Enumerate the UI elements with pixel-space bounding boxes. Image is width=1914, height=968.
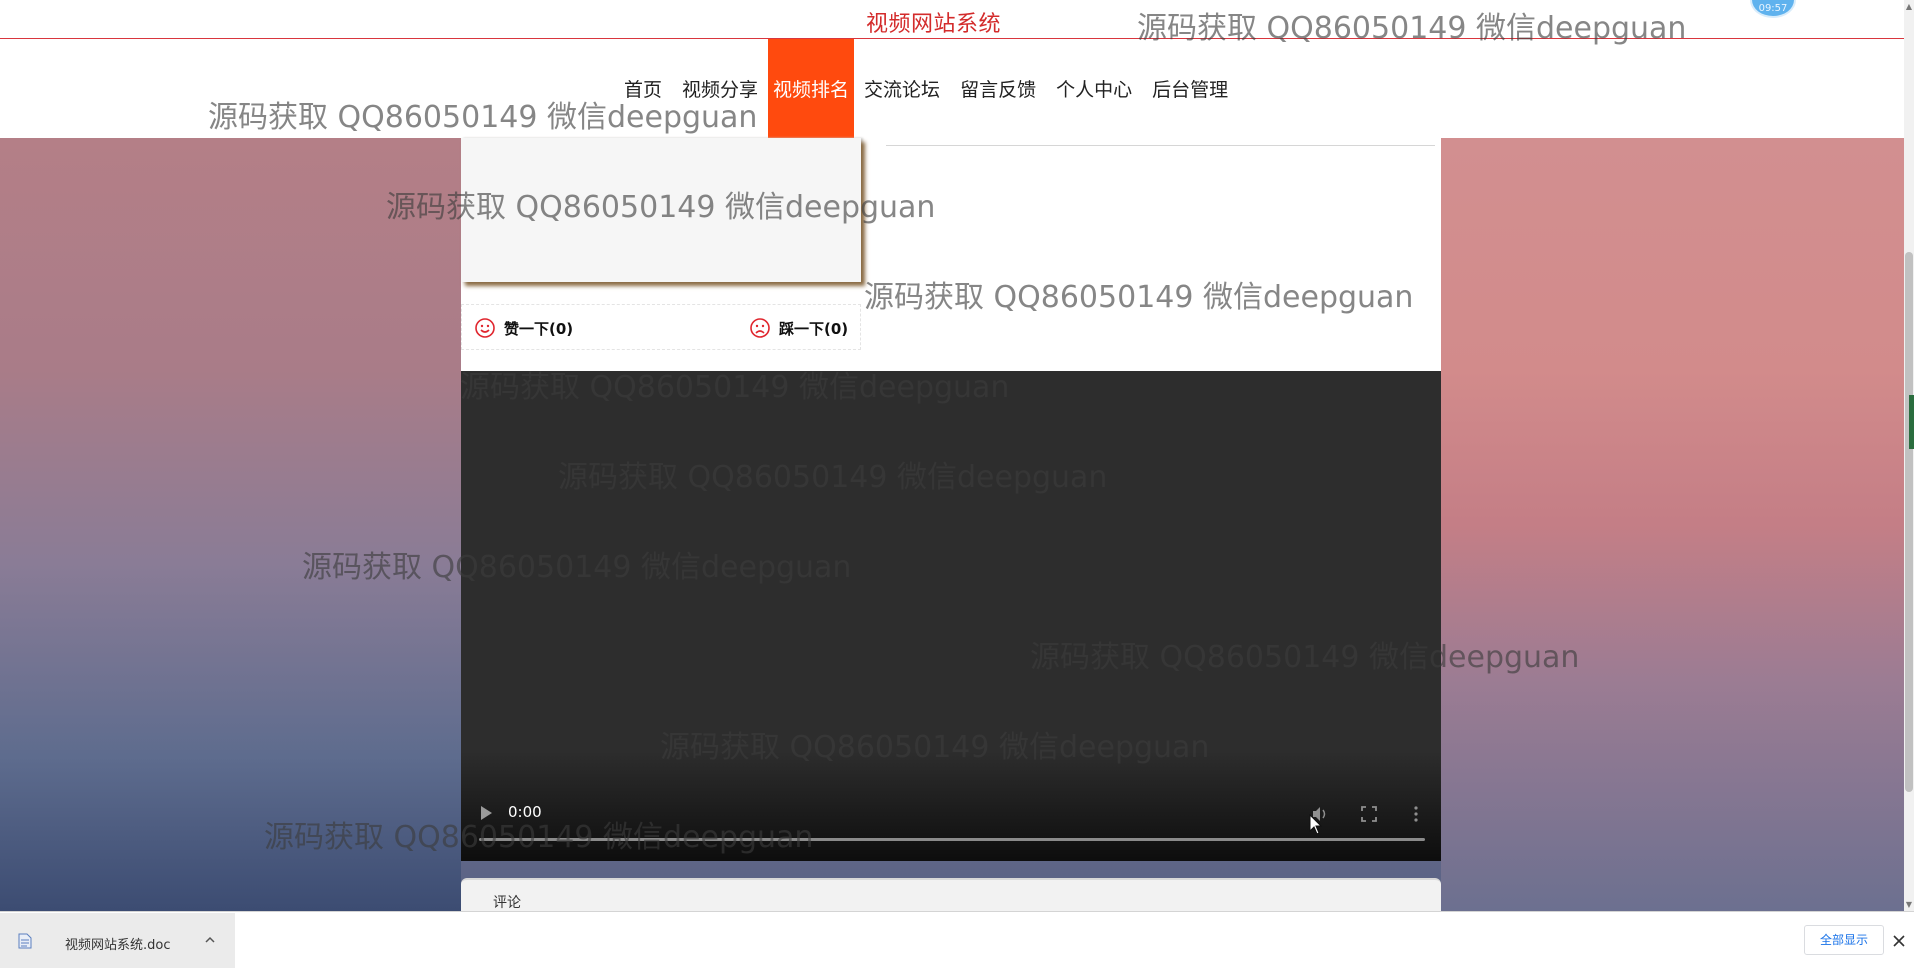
frown-icon bbox=[750, 318, 770, 338]
detail-divider bbox=[886, 145, 1435, 146]
main-nav: 首页 视频分享 视频排名 交流论坛 留言反馈 个人中心 后台管理 bbox=[614, 39, 1238, 138]
video-controls bbox=[461, 751, 1441, 861]
site-header: 视频网站系统 09:57 首页 视频分享 视频排名 交流论坛 留言反馈 个人中心… bbox=[0, 0, 1904, 138]
nav-item-home[interactable]: 首页 bbox=[614, 39, 672, 138]
site-title: 视频网站系统 bbox=[866, 12, 1002, 37]
page-background-left bbox=[0, 138, 461, 911]
show-all-button[interactable]: 全部显示 bbox=[1804, 925, 1884, 955]
like-label: 赞一下(0) bbox=[504, 319, 574, 338]
comment-section: 评论 bbox=[461, 878, 1441, 912]
avatar-time: 09:57 bbox=[1758, 3, 1788, 14]
nav-item-video-ranking[interactable]: 视频排名 bbox=[768, 39, 855, 138]
document-icon bbox=[18, 933, 32, 949]
download-item[interactable]: 视频网站系统.doc bbox=[0, 913, 235, 968]
close-icon[interactable] bbox=[1892, 934, 1906, 948]
video-player[interactable]: 0:00 bbox=[461, 371, 1441, 861]
nav-item-personal-center[interactable]: 个人中心 bbox=[1046, 39, 1142, 138]
side-panel-tab[interactable] bbox=[1909, 395, 1914, 449]
dislike-button[interactable]: 踩一下(0) bbox=[749, 317, 848, 339]
page-background-right bbox=[1441, 138, 1904, 911]
nav-item-video-share[interactable]: 视频分享 bbox=[672, 39, 768, 138]
like-button[interactable]: 赞一下(0) bbox=[474, 317, 573, 339]
dislike-label: 踩一下(0) bbox=[779, 319, 849, 338]
comment-title: 评论 bbox=[493, 895, 521, 911]
scroll-down-icon[interactable]: ▼ bbox=[1905, 900, 1913, 909]
download-file-name: 视频网站系统.doc bbox=[65, 938, 171, 953]
user-avatar[interactable]: 09:57 bbox=[1750, 0, 1796, 18]
mouse-cursor-icon bbox=[1309, 814, 1323, 835]
scrollbar-thumb[interactable] bbox=[1905, 252, 1913, 792]
play-icon[interactable] bbox=[479, 805, 493, 821]
nav-item-forum[interactable]: 交流论坛 bbox=[854, 39, 950, 138]
download-bar: 视频网站系统.doc 全部显示 bbox=[0, 911, 1914, 968]
scroll-up-icon[interactable]: ▲ bbox=[1905, 2, 1913, 11]
vote-bar: 赞一下(0) 踩一下(0) bbox=[461, 304, 861, 350]
video-time: 0:00 bbox=[508, 803, 542, 821]
chevron-up-icon[interactable] bbox=[203, 933, 217, 947]
video-progress-bar[interactable] bbox=[479, 838, 1425, 841]
fullscreen-icon[interactable] bbox=[1360, 805, 1378, 823]
nav-item-feedback[interactable]: 留言反馈 bbox=[950, 39, 1046, 138]
more-options-icon[interactable] bbox=[1407, 805, 1425, 823]
nav-item-admin[interactable]: 后台管理 bbox=[1142, 39, 1238, 138]
smile-icon bbox=[475, 318, 495, 338]
video-cover-card bbox=[461, 138, 861, 282]
